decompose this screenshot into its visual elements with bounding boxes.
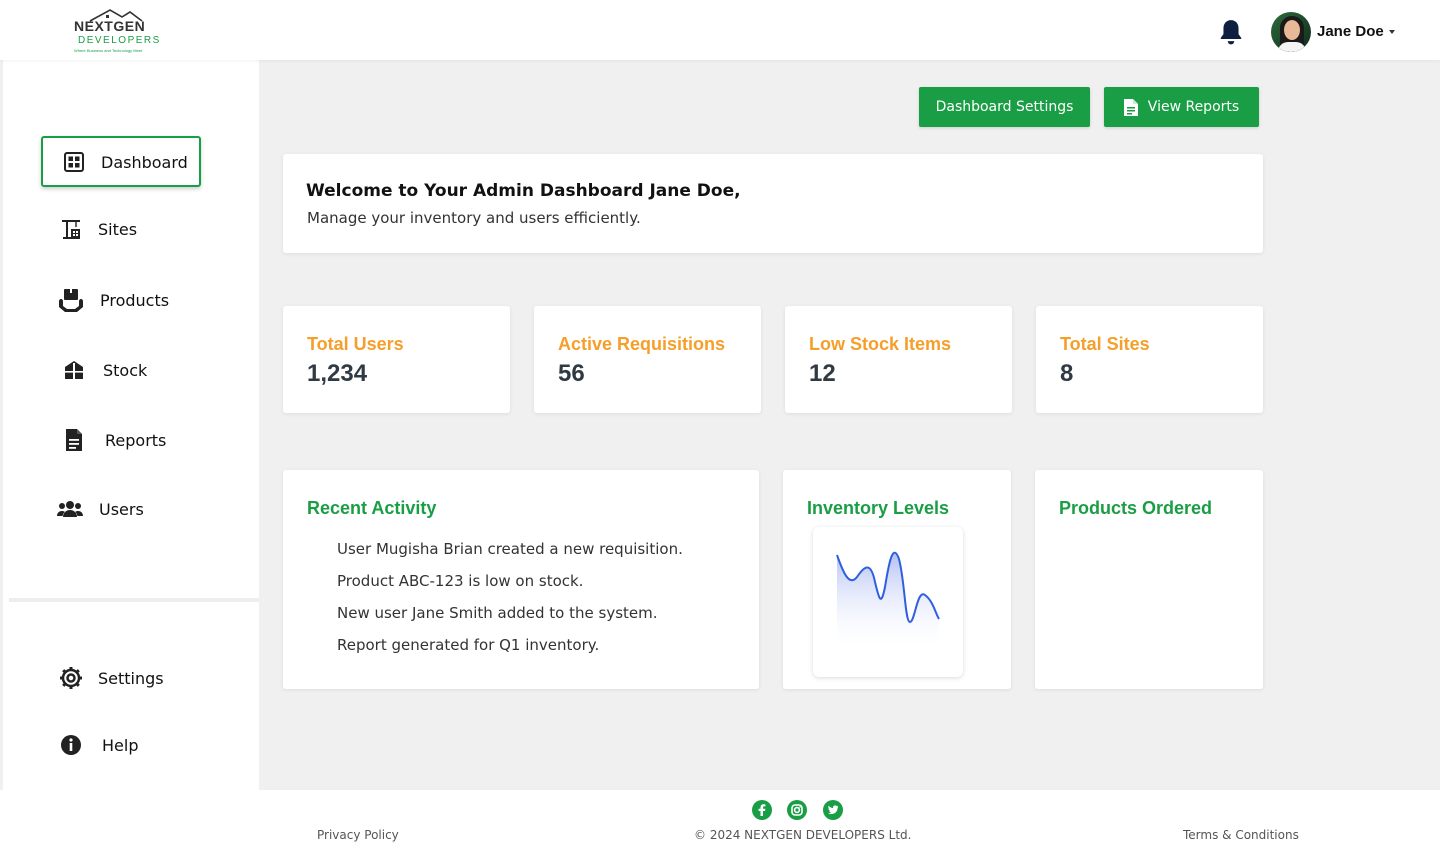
sidebar-item-label: Reports <box>105 430 167 450</box>
list-item: Report generated for Q1 inventory. <box>337 636 600 654</box>
caret-down-icon[interactable] <box>1389 30 1395 34</box>
sidebar-item-label: Products <box>100 290 170 310</box>
logo-tagline: Where Business and Technology Meet <box>74 48 143 53</box>
sidebar-divider <box>9 598 259 602</box>
warehouse-icon <box>61 357 87 383</box>
list-item: New user Jane Smith added to the system. <box>337 604 658 622</box>
logo-text-bottom: DEVELOPERS <box>78 35 161 46</box>
sidebar-item-label: Dashboard <box>101 152 188 172</box>
sidebar: Dashboard Sites Products Stock Reports U… <box>3 60 259 790</box>
stat-card-total-sites[interactable]: Total Sites 8 <box>1036 306 1263 413</box>
activity-list: User Mugisha Brian created a new requisi… <box>337 540 683 668</box>
dashboard-settings-button[interactable]: Dashboard Settings <box>919 87 1090 127</box>
welcome-subtitle: Manage your inventory and users efficien… <box>307 209 641 227</box>
stat-card-active-requisitions[interactable]: Active Requisitions 56 <box>534 306 761 413</box>
sidebar-item-reports[interactable]: Reports <box>61 425 166 455</box>
sidebar-item-sites[interactable]: Sites <box>58 214 137 244</box>
stat-value: 1,234 <box>307 360 368 387</box>
user-name[interactable]: Jane Doe <box>1317 23 1384 40</box>
list-item: User Mugisha Brian created a new requisi… <box>337 540 683 558</box>
sidebar-item-label: Settings <box>98 668 164 688</box>
sidebar-item-label: Users <box>99 499 144 519</box>
sidebar-item-settings[interactable]: Settings <box>58 663 164 693</box>
footer: Privacy Policy © 2024 NEXTGEN DEVELOPERS… <box>0 790 1440 850</box>
document-icon <box>1123 98 1138 116</box>
stat-card-low-stock-items[interactable]: Low Stock Items 12 <box>785 306 1012 413</box>
panel-title: Inventory Levels <box>807 498 950 518</box>
stat-label: Active Requisitions <box>558 334 726 354</box>
sidebar-item-label: Stock <box>103 360 148 380</box>
copyright-text: © 2024 NEXTGEN DEVELOPERS Ltd. <box>694 828 912 842</box>
sidebar-item-products[interactable]: Products <box>58 285 169 315</box>
stat-card-total-users[interactable]: Total Users 1,234 <box>283 306 510 413</box>
twitter-icon[interactable] <box>823 800 843 820</box>
stat-label: Low Stock Items <box>809 334 952 354</box>
list-item: Product ABC-123 is low on stock. <box>337 572 584 590</box>
privacy-policy-link[interactable]: Privacy Policy <box>317 828 399 842</box>
document-icon <box>61 427 87 453</box>
instagram-icon[interactable] <box>787 800 807 820</box>
info-icon <box>58 732 84 758</box>
sidebar-item-help[interactable]: Help <box>58 730 138 760</box>
inventory-sparkline <box>836 551 940 652</box>
stat-label: Total Users <box>307 334 404 354</box>
view-reports-button[interactable]: View Reports <box>1104 87 1259 127</box>
stat-value: 12 <box>809 360 836 387</box>
top-header: NEXTGEN DEVELOPERS Where Business and Te… <box>0 0 1440 60</box>
panel-title: Products Ordered <box>1059 498 1213 518</box>
users-icon <box>57 496 83 522</box>
grid-icon <box>61 149 87 175</box>
terms-conditions-link[interactable]: Terms & Conditions <box>1183 828 1299 842</box>
bell-icon[interactable] <box>1218 18 1244 46</box>
sidebar-item-label: Sites <box>98 219 138 239</box>
sidebar-item-users[interactable]: Users <box>57 494 144 524</box>
stat-label: Total Sites <box>1060 334 1150 354</box>
avatar[interactable] <box>1271 12 1311 52</box>
stat-value: 8 <box>1060 360 1074 387</box>
sidebar-item-stock[interactable]: Stock <box>61 355 147 385</box>
panel-title: Recent Activity <box>307 498 437 518</box>
sidebar-item-label: Help <box>102 735 139 755</box>
gear-icon <box>58 665 84 691</box>
inventory-chart[interactable] <box>813 527 963 677</box>
inventory-levels-panel: Inventory Levels <box>783 470 1011 689</box>
stat-value: 56 <box>558 360 585 387</box>
company-logo[interactable]: NEXTGEN DEVELOPERS Where Business and Te… <box>70 8 162 56</box>
welcome-card: Welcome to Your Admin Dashboard Jane Doe… <box>283 154 1263 253</box>
products-ordered-panel: Products Ordered <box>1035 470 1263 689</box>
logo-text-top: NEXTGEN <box>74 18 146 34</box>
view-reports-label: View Reports <box>1147 99 1240 115</box>
recent-activity-panel: Recent Activity User Mugisha Brian creat… <box>283 470 759 689</box>
welcome-title: Welcome to Your Admin Dashboard Jane Doe… <box>306 181 741 201</box>
facebook-icon[interactable] <box>752 800 772 820</box>
construction-crane-icon <box>58 216 84 242</box>
sidebar-item-dashboard[interactable]: Dashboard <box>61 147 188 177</box>
box-hand-icon <box>58 287 84 313</box>
